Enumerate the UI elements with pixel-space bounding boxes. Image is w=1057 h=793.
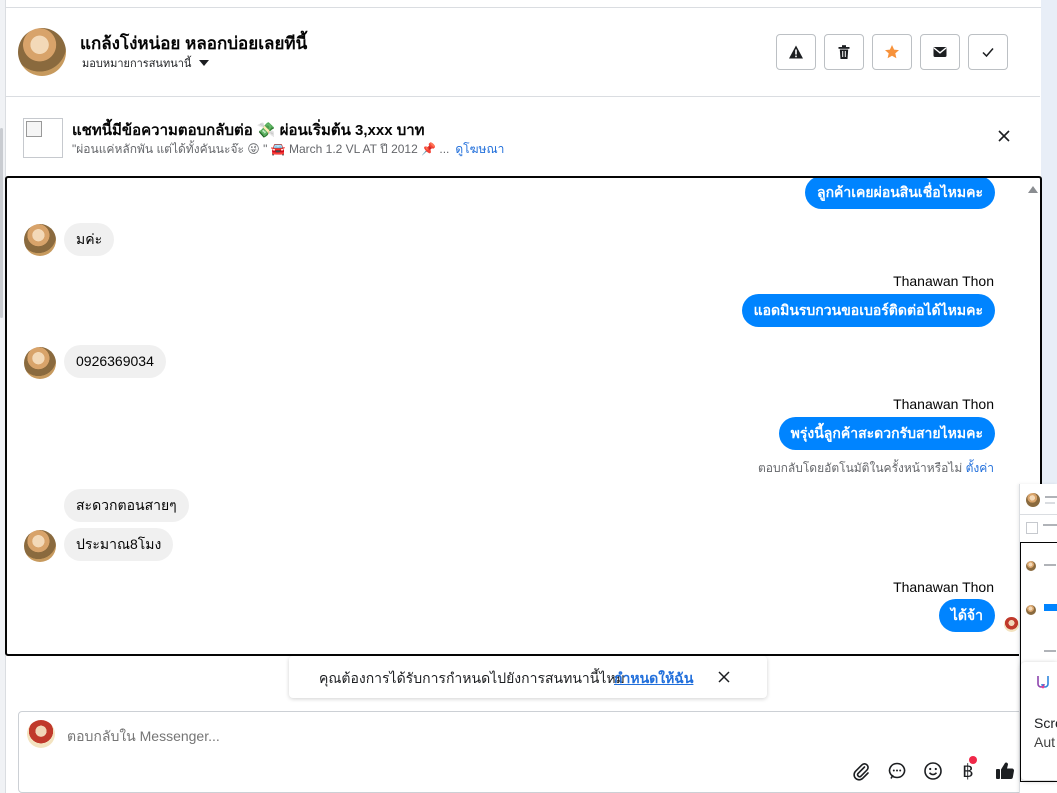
mark-spam-button[interactable]: [776, 34, 816, 70]
checkmark-icon: [982, 48, 994, 58]
paperclip-icon: [853, 763, 869, 781]
message-composer: ฿: [18, 711, 1028, 793]
ad-description-text: "ผ่อนแค่หลักพัน แต่ได้ทั้งคันนะจ๊ะ 😜 " 🚘…: [72, 142, 450, 156]
ad-title: แชทนี้มีข้อความตอบกลับต่อ 💸 ผ่อนเริ่มต้น…: [72, 122, 425, 139]
incoming-message: 0926369034: [64, 345, 166, 378]
sender-name: Thanawan Thon: [893, 579, 994, 595]
popup-title: Scre: [1034, 715, 1057, 731]
assign-to-me-link[interactable]: กำหนดให้ฉัน: [614, 668, 693, 690]
outgoing-message: พรุ่งนี้ลูกค้าสะดวกรับสายไหมคะ: [778, 417, 995, 450]
ad-description: "ผ่อนแค่หลักพัน แต่ได้ทั้งคันนะจ๊ะ 😜 " 🚘…: [72, 140, 504, 159]
contact-avatar-small: [24, 224, 56, 256]
saved-replies-button[interactable]: [886, 760, 908, 782]
contact-avatar[interactable]: [18, 28, 66, 76]
mini-text-line: [1045, 496, 1057, 498]
conversation-header: แกล้งโง่หน่อย หลอกบ่อยเลยทีนี้ มอบหมายกา…: [6, 8, 1040, 97]
chat-bubble-icon: [888, 762, 906, 779]
mini-avatar: [1026, 561, 1036, 571]
mark-done-button[interactable]: [968, 34, 1008, 70]
scroll-up-arrow-icon[interactable]: [1028, 186, 1038, 193]
assign-question: คุณต้องการได้รับการกำหนดไปยังการสนทนานี้…: [319, 670, 625, 686]
mini-divider: [1020, 514, 1057, 515]
mini-text-line: [1044, 650, 1056, 652]
read-receipt-avatar: [1004, 617, 1019, 632]
outgoing-message: ได้จ้า: [938, 599, 995, 632]
attach-button[interactable]: [850, 760, 872, 782]
contact-avatar-small: [24, 347, 56, 379]
notification-dot: [969, 756, 977, 764]
incoming-message: ประมาณ8โมง: [64, 528, 174, 561]
sender-name: Thanawan Thon: [893, 396, 994, 412]
ad-context-banner: แชทนี้มีข้อความตอบกลับต่อ 💸 ผ่อนเริ่มต้น…: [6, 98, 1040, 176]
messenger-inbox-window: แกล้งโง่หน่อย หลอกบ่อยเลยทีนี้ มอบหมายกา…: [0, 0, 1057, 793]
mini-avatar: [1026, 605, 1036, 615]
message-thread[interactable]: ลูกค้าเคยผ่อนสินเชื่อไหมคะ มค่ะ Thanawan…: [5, 176, 1042, 656]
warning-icon: [789, 45, 803, 59]
auto-reply-prompt: ตอบกลับโดยอัตโนมัติในครั้งหน้าหรือไม่ ตั…: [758, 459, 994, 478]
reply-input[interactable]: [67, 728, 767, 744]
assign-conversation-label: มอบหมายการสนทนานี้: [82, 58, 192, 70]
ad-thumbnail-image[interactable]: [23, 118, 63, 158]
mini-ad-thumb: [1026, 522, 1038, 534]
emoji-button[interactable]: [922, 760, 944, 782]
snipping-tool-icon: [1037, 676, 1049, 689]
mark-unread-button[interactable]: [920, 34, 960, 70]
trash-icon: [838, 45, 850, 59]
mini-avatar: [1026, 493, 1040, 507]
settings-link[interactable]: ตั้งค่า: [966, 461, 994, 475]
page-avatar: [27, 720, 55, 748]
close-icon[interactable]: [996, 128, 1012, 144]
mini-text-line: [1044, 564, 1056, 566]
outgoing-message: แอดมินรบกวนขอเบอร์ติดต่อได้ไหมคะ: [741, 294, 995, 327]
contact-name[interactable]: แกล้งโง่หน่อย หลอกบ่อยเลยทีนี้: [80, 30, 307, 57]
close-icon[interactable]: [717, 670, 731, 684]
smiley-icon: [924, 762, 942, 780]
view-ad-link[interactable]: ดูโฆษณา: [455, 142, 504, 156]
screenshot-notification-popup[interactable]: Scre Aut: [1021, 662, 1057, 780]
mini-bubble: [1044, 604, 1057, 611]
envelope-icon: [933, 47, 947, 57]
incoming-message: สะดวกตอนสายๆ: [64, 489, 189, 522]
assign-conversation-toast: คุณต้องการได้รับการกำหนดไปยังการสนทนานี้…: [289, 656, 767, 698]
caret-down-icon: [199, 60, 210, 66]
contact-avatar-small: [24, 530, 56, 562]
sender-name: Thanawan Thon: [893, 273, 994, 289]
outgoing-message: ลูกค้าเคยผ่อนสินเชื่อไหมคะ: [804, 178, 995, 209]
star-icon: [885, 45, 899, 59]
payment-button[interactable]: ฿: [957, 756, 979, 782]
mini-text-line: [1045, 502, 1055, 504]
popup-subtitle: Aut: [1034, 734, 1056, 750]
auto-reply-text: ตอบกลับโดยอัตโนมัติในครั้งหน้าหรือไม่: [758, 461, 963, 475]
star-button[interactable]: [872, 34, 912, 70]
incoming-message: มค่ะ: [64, 223, 115, 256]
assign-conversation-dropdown[interactable]: มอบหมายการสนทนานี้: [82, 54, 210, 72]
thumbs-up-icon: [996, 762, 1015, 780]
mini-text-line: [1043, 524, 1057, 526]
like-button[interactable]: [994, 760, 1016, 782]
delete-button[interactable]: [824, 34, 864, 70]
left-scrollbar[interactable]: [0, 128, 3, 318]
